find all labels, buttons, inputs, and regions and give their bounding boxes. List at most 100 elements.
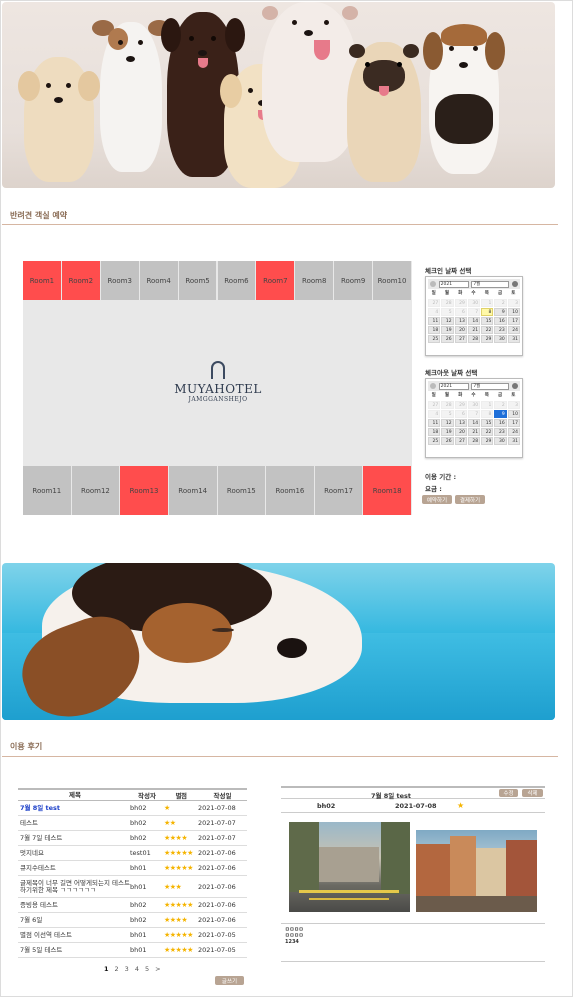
calendar-day[interactable]: 18	[428, 428, 441, 436]
room-room15[interactable]: Room15	[217, 466, 267, 515]
edit-button[interactable]: 수정	[499, 789, 518, 797]
calendar-day[interactable]: 28	[467, 437, 481, 445]
calendar-day[interactable]: 5	[441, 308, 454, 316]
room-room13[interactable]: Room13	[120, 466, 169, 515]
calendar-day[interactable]: 16	[494, 419, 507, 427]
calendar-day[interactable]: 12	[441, 317, 454, 325]
room-room4[interactable]: Room4	[139, 261, 179, 300]
calendar-day[interactable]: 30	[494, 335, 507, 343]
room-room14[interactable]: Room14	[168, 466, 218, 515]
calendar-day[interactable]: 13	[454, 419, 467, 427]
calendar-day[interactable]: 10	[507, 410, 520, 418]
calendar-day[interactable]: 30	[467, 299, 481, 307]
prev-month-icon[interactable]	[430, 281, 436, 287]
calendar-day[interactable]: 22	[481, 326, 494, 334]
calendar-day[interactable]: 21	[467, 428, 481, 436]
page-link[interactable]: 4	[135, 965, 139, 973]
calendar-day[interactable]: 23	[494, 326, 507, 334]
calendar-day[interactable]: 31	[507, 437, 520, 445]
calendar-day[interactable]: 14	[467, 317, 481, 325]
review-photo-buildings[interactable]	[416, 830, 537, 912]
calendar-day[interactable]: 29	[454, 401, 467, 409]
calendar-day[interactable]: 8	[481, 410, 494, 418]
review-title[interactable]: 7월 8일 test	[18, 804, 130, 812]
checkout-year-select[interactable]: 2021	[438, 382, 469, 390]
room-room2[interactable]: Room2	[61, 261, 101, 300]
calendar-day[interactable]: 1	[481, 299, 494, 307]
calendar-day[interactable]: 24	[507, 428, 520, 436]
calendar-day[interactable]: 14	[467, 419, 481, 427]
checkout-month-select[interactable]: 7월	[471, 382, 510, 390]
calendar-day[interactable]: 6	[454, 308, 467, 316]
room-room16[interactable]: Room16	[266, 466, 315, 515]
room-room5[interactable]: Room5	[178, 261, 218, 300]
review-row[interactable]: 별점 이선역 테스트 bh01 ★★★★★ 2021-07-05	[18, 928, 247, 943]
calendar-day[interactable]: 16	[494, 317, 507, 325]
next-page-link[interactable]: >	[155, 965, 160, 973]
review-row[interactable]: 증빙용 테스트 bh02 ★★★★★ 2021-07-06	[18, 898, 247, 913]
review-title[interactable]: 테스트	[18, 819, 130, 827]
calendar-day[interactable]: 27	[428, 299, 441, 307]
calendar-day[interactable]: 11	[428, 419, 441, 427]
page-link[interactable]: 5	[145, 965, 149, 973]
calendar-day[interactable]: 27	[454, 335, 467, 343]
checkin-month-select[interactable]: 7월	[471, 280, 510, 288]
calendar-day[interactable]: 15	[481, 317, 494, 325]
review-title[interactable]: 7월 7일 테스트	[18, 834, 130, 842]
review-row[interactable]: 테스트 bh02 ★★ 2021-07-07	[18, 816, 247, 831]
calendar-day[interactable]: 13	[454, 317, 467, 325]
calendar-day[interactable]: 11	[428, 317, 441, 325]
calendar-day[interactable]: 1	[481, 401, 494, 409]
calendar-day[interactable]: 29	[481, 335, 494, 343]
calendar-day[interactable]: 28	[441, 299, 454, 307]
calendar-day[interactable]: 19	[441, 428, 454, 436]
calendar-day[interactable]: 9	[494, 308, 507, 316]
page-link[interactable]: 1	[104, 965, 109, 973]
room-room18[interactable]: Room18	[363, 466, 412, 515]
next-month-icon[interactable]	[511, 281, 518, 287]
room-room7[interactable]: Room7	[256, 261, 296, 300]
page-link[interactable]: 3	[125, 965, 129, 973]
calendar-day[interactable]: 4	[428, 308, 441, 316]
pay-button[interactable]: 결제하기	[455, 495, 485, 504]
calendar-day[interactable]: 9	[494, 410, 507, 418]
review-title[interactable]: 글제목이 너무 길면 어떻게되는지 테스트하기위한 제목 ㄱㄱㄱㄱㄱㄱ	[18, 879, 130, 894]
calendar-day[interactable]: 23	[494, 428, 507, 436]
calendar-day[interactable]: 8	[481, 308, 494, 316]
prev-month-icon[interactable]	[430, 383, 436, 389]
calendar-day[interactable]: 7	[467, 410, 481, 418]
review-row[interactable]: 멋지네요 test01 ★★★★★ 2021-07-06	[18, 846, 247, 861]
calendar-day[interactable]: 12	[441, 419, 454, 427]
room-room12[interactable]: Room12	[71, 466, 121, 515]
calendar-day[interactable]: 20	[454, 428, 467, 436]
page-link[interactable]: 2	[115, 965, 119, 973]
room-room1[interactable]: Room1	[23, 261, 62, 300]
review-row[interactable]: 7월 5일 테스트 bh01 ★★★★★ 2021-07-05	[18, 943, 247, 958]
review-row[interactable]: 7월 6일 bh02 ★★★★ 2021-07-06	[18, 913, 247, 928]
room-room8[interactable]: Room8	[295, 261, 335, 300]
calendar-day[interactable]: 19	[441, 326, 454, 334]
calendar-day[interactable]: 21	[467, 326, 481, 334]
checkin-calendar[interactable]: 2021 7월 일 월 화 수 목 금 토 27 28 29 30 1 2 3 4 5 6 7 8 9 10 11 12 13…	[425, 276, 523, 356]
calendar-day[interactable]: 17	[507, 419, 520, 427]
checkin-year-select[interactable]: 2021	[438, 280, 469, 288]
write-button[interactable]: 글쓰기	[215, 976, 244, 985]
delete-button[interactable]: 삭제	[522, 789, 543, 797]
calendar-day[interactable]: 24	[507, 326, 520, 334]
review-row[interactable]: 7월 7일 테스트 bh02 ★★★★ 2021-07-07	[18, 831, 247, 846]
calendar-day[interactable]: 3	[507, 299, 520, 307]
calendar-day[interactable]: 30	[467, 401, 481, 409]
calendar-day[interactable]: 26	[441, 335, 454, 343]
checkout-calendar[interactable]: 2021 7월 일 월 화 수 목 금 토 27 28 29 30 1 2 3 4 5 6 7 8 9 10 11 12 13…	[425, 378, 523, 458]
room-room6[interactable]: Room6	[217, 261, 257, 300]
calendar-day[interactable]: 28	[467, 335, 481, 343]
review-title[interactable]: 증빙용 테스트	[18, 901, 130, 909]
review-title[interactable]: 별점 이선역 테스트	[18, 931, 130, 939]
calendar-day[interactable]: 15	[481, 419, 494, 427]
calendar-day[interactable]: 2	[494, 401, 507, 409]
calendar-day[interactable]: 29	[481, 437, 494, 445]
calendar-day[interactable]: 27	[454, 437, 467, 445]
next-month-icon[interactable]	[511, 383, 518, 389]
room-room3[interactable]: Room3	[100, 261, 140, 300]
review-title[interactable]: 멋지네요	[18, 849, 130, 857]
